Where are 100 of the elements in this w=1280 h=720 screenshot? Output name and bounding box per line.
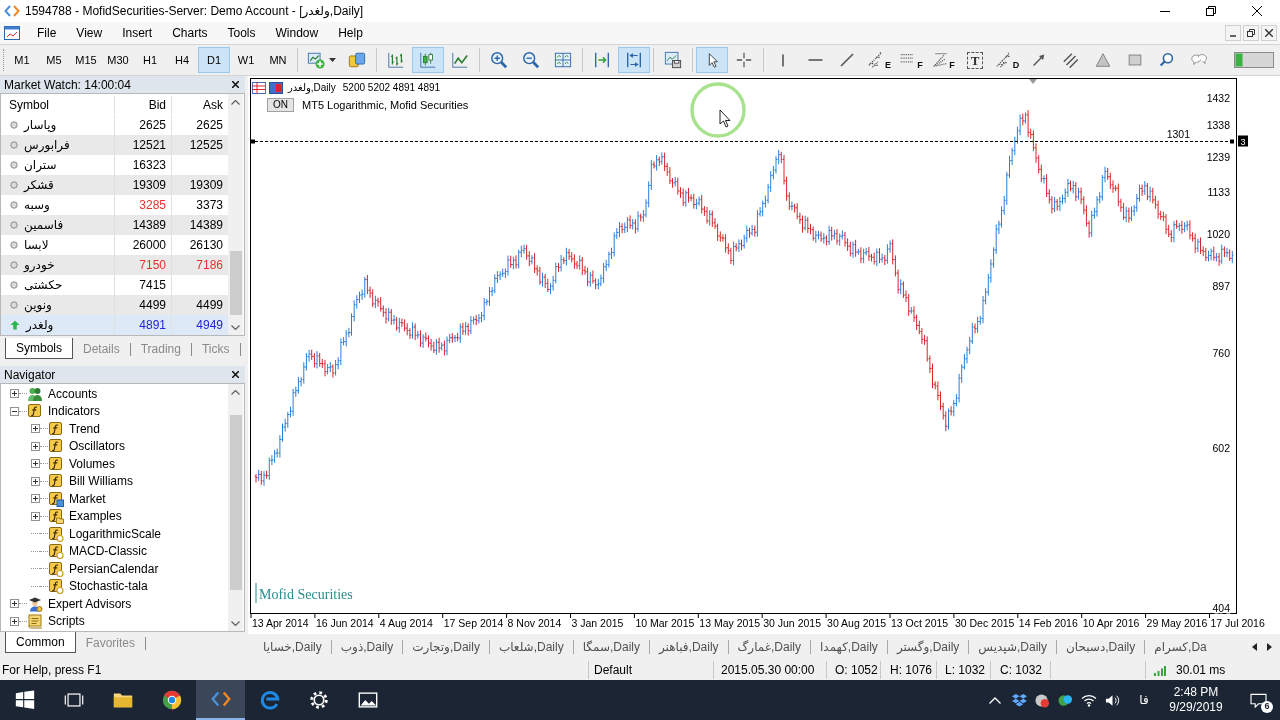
tree-item[interactable]: Oscillators: [69, 437, 125, 456]
tree-item[interactable]: Trend: [69, 419, 100, 438]
chart-tab[interactable]: وگستر,Daily: [887, 637, 969, 657]
tree-item[interactable]: LogarithmicScale: [69, 524, 162, 543]
chart-tab[interactable]: کهمدا,Daily: [811, 637, 887, 657]
menu-item[interactable]: File: [27, 22, 67, 44]
mdi-restore-button[interactable]: [1243, 25, 1259, 41]
tree-item[interactable]: Bill Williams: [69, 472, 133, 491]
status-profile: Default: [588, 661, 713, 679]
scrollbar-thumb[interactable]: [229, 251, 242, 315]
expand-icon[interactable]: [10, 389, 19, 399]
chart-tab[interactable]: شپدیس,Daily: [969, 637, 1056, 657]
chart-tab[interactable]: خسایا,Daily: [254, 637, 331, 657]
chart-tab[interactable]: دسبحان,Daily: [1057, 637, 1145, 657]
speaker-icon[interactable]: [1105, 692, 1120, 708]
bid-price: 16323: [132, 157, 166, 174]
timeframe-button[interactable]: MN: [262, 47, 294, 73]
rectangle-icon: [1126, 51, 1144, 69]
expand-icon[interactable]: [31, 424, 40, 434]
window-title: 1594788 - MofidSecurities-Server: Demo Account - [ولغدر,Daily]: [25, 3, 364, 20]
wifi-icon[interactable]: [1081, 693, 1097, 707]
tree-item[interactable]: Expert Advisors: [48, 594, 132, 613]
triangle-right-icon[interactable]: [1267, 643, 1272, 651]
price-label: 404: [1212, 602, 1230, 614]
timeframe-button[interactable]: M15: [70, 47, 102, 73]
mdi-minimize-button[interactable]: [1225, 25, 1241, 41]
circle-badge-icon[interactable]: [1035, 692, 1050, 708]
collapse-icon[interactable]: [10, 406, 19, 416]
function-box-icon: [48, 490, 64, 507]
menu-item[interactable]: Help: [328, 22, 373, 44]
chevron-down-icon[interactable]: [231, 621, 240, 626]
circle-icon: [10, 201, 18, 209]
date-label: 30 Jun 2015: [763, 617, 821, 629]
scrollbar-thumb[interactable]: [229, 415, 242, 590]
expand-icon[interactable]: [10, 599, 19, 609]
toolbar-button[interactable]: E: [863, 47, 895, 73]
timeframe-button[interactable]: M30: [102, 47, 134, 73]
menu-item[interactable]: Insert: [112, 22, 163, 44]
menu-item[interactable]: View: [66, 22, 113, 44]
toolbar-button[interactable]: D: [991, 47, 1023, 73]
toolbar-button[interactable]: F: [895, 47, 927, 73]
horizontal-line[interactable]: [251, 139, 1234, 144]
keyboard-language[interactable]: فا: [1132, 691, 1156, 709]
tree-item[interactable]: Indicators: [48, 402, 101, 421]
menu-item[interactable]: Window: [265, 22, 329, 44]
timeframe-button[interactable]: M5: [38, 47, 70, 73]
diamonds-icon[interactable]: [1012, 692, 1027, 708]
clock[interactable]: 2:48 PM 9/29/2019: [1156, 685, 1236, 715]
chart-tab[interactable]: سمگا,Daily: [573, 637, 649, 657]
ask-price: 14389: [189, 217, 223, 234]
chart-tab[interactable]: ذوب,Daily: [331, 637, 403, 657]
menu-item[interactable]: Tools: [217, 22, 266, 44]
timeframe-button[interactable]: D1: [198, 47, 230, 73]
bid-price: 2625: [139, 117, 166, 134]
tree-item[interactable]: Stochastic-tala: [69, 577, 148, 596]
toolbar-button[interactable]: [696, 47, 728, 73]
timeframe-button[interactable]: M1: [6, 47, 38, 73]
indicator-toggle[interactable]: ON: [267, 98, 294, 113]
chart-save-icon: [664, 51, 682, 69]
tree-item[interactable]: MACD-Classic: [69, 542, 147, 561]
toolbar-button[interactable]: [618, 47, 650, 73]
function-icon: [27, 403, 43, 420]
toolbar-button[interactable]: F: [927, 47, 959, 73]
tree-item[interactable]: PersianCalendar: [69, 559, 159, 578]
chart-tab[interactable]: کسرام,Da: [1145, 637, 1216, 657]
symbol-name: فرابورس: [24, 137, 70, 154]
chevron-down-icon[interactable]: [231, 325, 240, 330]
panel-tab[interactable]: Symbols: [5, 338, 73, 359]
tree-item[interactable]: Volumes: [69, 454, 116, 473]
close-icon[interactable]: [232, 371, 239, 378]
timeframe-button[interactable]: H4: [166, 47, 198, 73]
expand-icon[interactable]: [31, 494, 40, 504]
expand-icon[interactable]: [31, 441, 40, 451]
tree-item[interactable]: Accounts: [48, 384, 98, 403]
column-header: Symbol: [8, 96, 50, 114]
circle-icon: [10, 261, 18, 269]
tree-item[interactable]: Examples: [69, 507, 122, 526]
chart-tab[interactable]: فباهنر,Daily: [650, 637, 728, 657]
tree-item[interactable]: Scripts: [48, 612, 85, 631]
status-ping: 30.01 ms: [1176, 662, 1226, 679]
timeframe-button[interactable]: W1: [230, 47, 262, 73]
mdi-close-button[interactable]: [1261, 25, 1277, 41]
minimize-icon: [1160, 10, 1170, 12]
panel-tab[interactable]: Common: [5, 632, 76, 653]
expand-icon[interactable]: [31, 459, 40, 469]
chart-tab[interactable]: وتجارت,Daily: [403, 637, 489, 657]
expand-icon[interactable]: [10, 616, 19, 626]
expand-icon[interactable]: [31, 476, 40, 486]
expand-icon[interactable]: [31, 511, 40, 521]
chart-tab[interactable]: شلعاب,Daily: [489, 637, 573, 657]
triangle-left-icon[interactable]: [1252, 643, 1257, 651]
chart-tab[interactable]: غمارگ,Daily: [728, 637, 811, 657]
close-icon[interactable]: [232, 81, 239, 88]
tree-item[interactable]: Market: [69, 489, 106, 508]
toolbar-button[interactable]: [412, 47, 444, 73]
notification-button[interactable]: 6: [1236, 680, 1280, 720]
menu-item[interactable]: Charts: [162, 22, 218, 44]
overlapping-circles-icon[interactable]: [1058, 692, 1073, 708]
timeframe-button[interactable]: H1: [134, 47, 166, 73]
toolbar-button[interactable]: T: [959, 47, 991, 73]
